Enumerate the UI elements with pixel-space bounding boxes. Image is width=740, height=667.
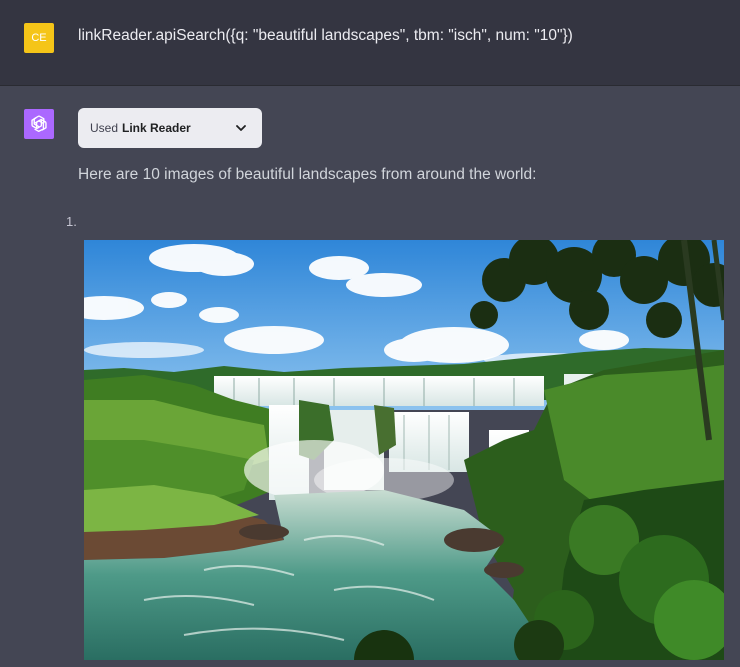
user-message-row: CE linkReader.apiSearch({q: "beautiful l…	[0, 0, 740, 86]
user-message-text: linkReader.apiSearch({q: "beautiful land…	[78, 27, 573, 44]
plugin-used-label: Used	[90, 121, 119, 135]
plugin-used-dropdown[interactable]: Used Link Reader	[78, 108, 262, 148]
landscape-image[interactable]	[84, 240, 724, 660]
plugin-name: Link Reader	[122, 121, 191, 135]
user-avatar: CE	[24, 23, 54, 53]
chevron-down-icon	[236, 125, 246, 131]
waterfall-landscape-illustration	[84, 240, 724, 660]
assistant-avatar	[24, 109, 54, 139]
assistant-intro-text: Here are 10 images of beautiful landscap…	[78, 166, 537, 183]
openai-logo-icon	[31, 115, 47, 133]
list-item-number: 1.	[66, 214, 77, 229]
